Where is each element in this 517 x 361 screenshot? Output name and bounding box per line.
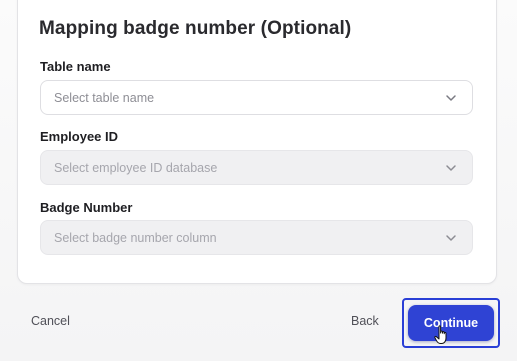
table-name-select[interactable]: Select table name	[40, 80, 473, 115]
employee-id-select[interactable]: Select employee ID database	[40, 150, 473, 185]
chevron-down-icon	[446, 164, 456, 171]
employee-id-placeholder: Select employee ID database	[54, 160, 218, 175]
badge-number-placeholder: Select badge number column	[54, 230, 217, 245]
chevron-down-icon	[446, 234, 456, 241]
table-name-label: Table name	[40, 59, 111, 74]
form-card: Mapping badge number (Optional) Table na…	[17, 0, 497, 284]
back-button[interactable]: Back	[351, 314, 379, 328]
employee-id-label: Employee ID	[40, 129, 119, 144]
chevron-down-icon	[446, 94, 456, 101]
page-title: Mapping badge number (Optional)	[39, 18, 352, 39]
table-name-placeholder: Select table name	[54, 90, 155, 105]
hand-pointer-icon	[434, 325, 447, 344]
continue-highlight: Continue	[402, 298, 500, 348]
continue-button[interactable]: Continue	[408, 305, 494, 341]
cancel-button[interactable]: Cancel	[31, 314, 70, 328]
mapping-badge-step: Mapping badge number (Optional) Table na…	[0, 0, 517, 361]
badge-number-label: Badge Number	[40, 200, 133, 215]
badge-number-select[interactable]: Select badge number column	[40, 220, 473, 255]
